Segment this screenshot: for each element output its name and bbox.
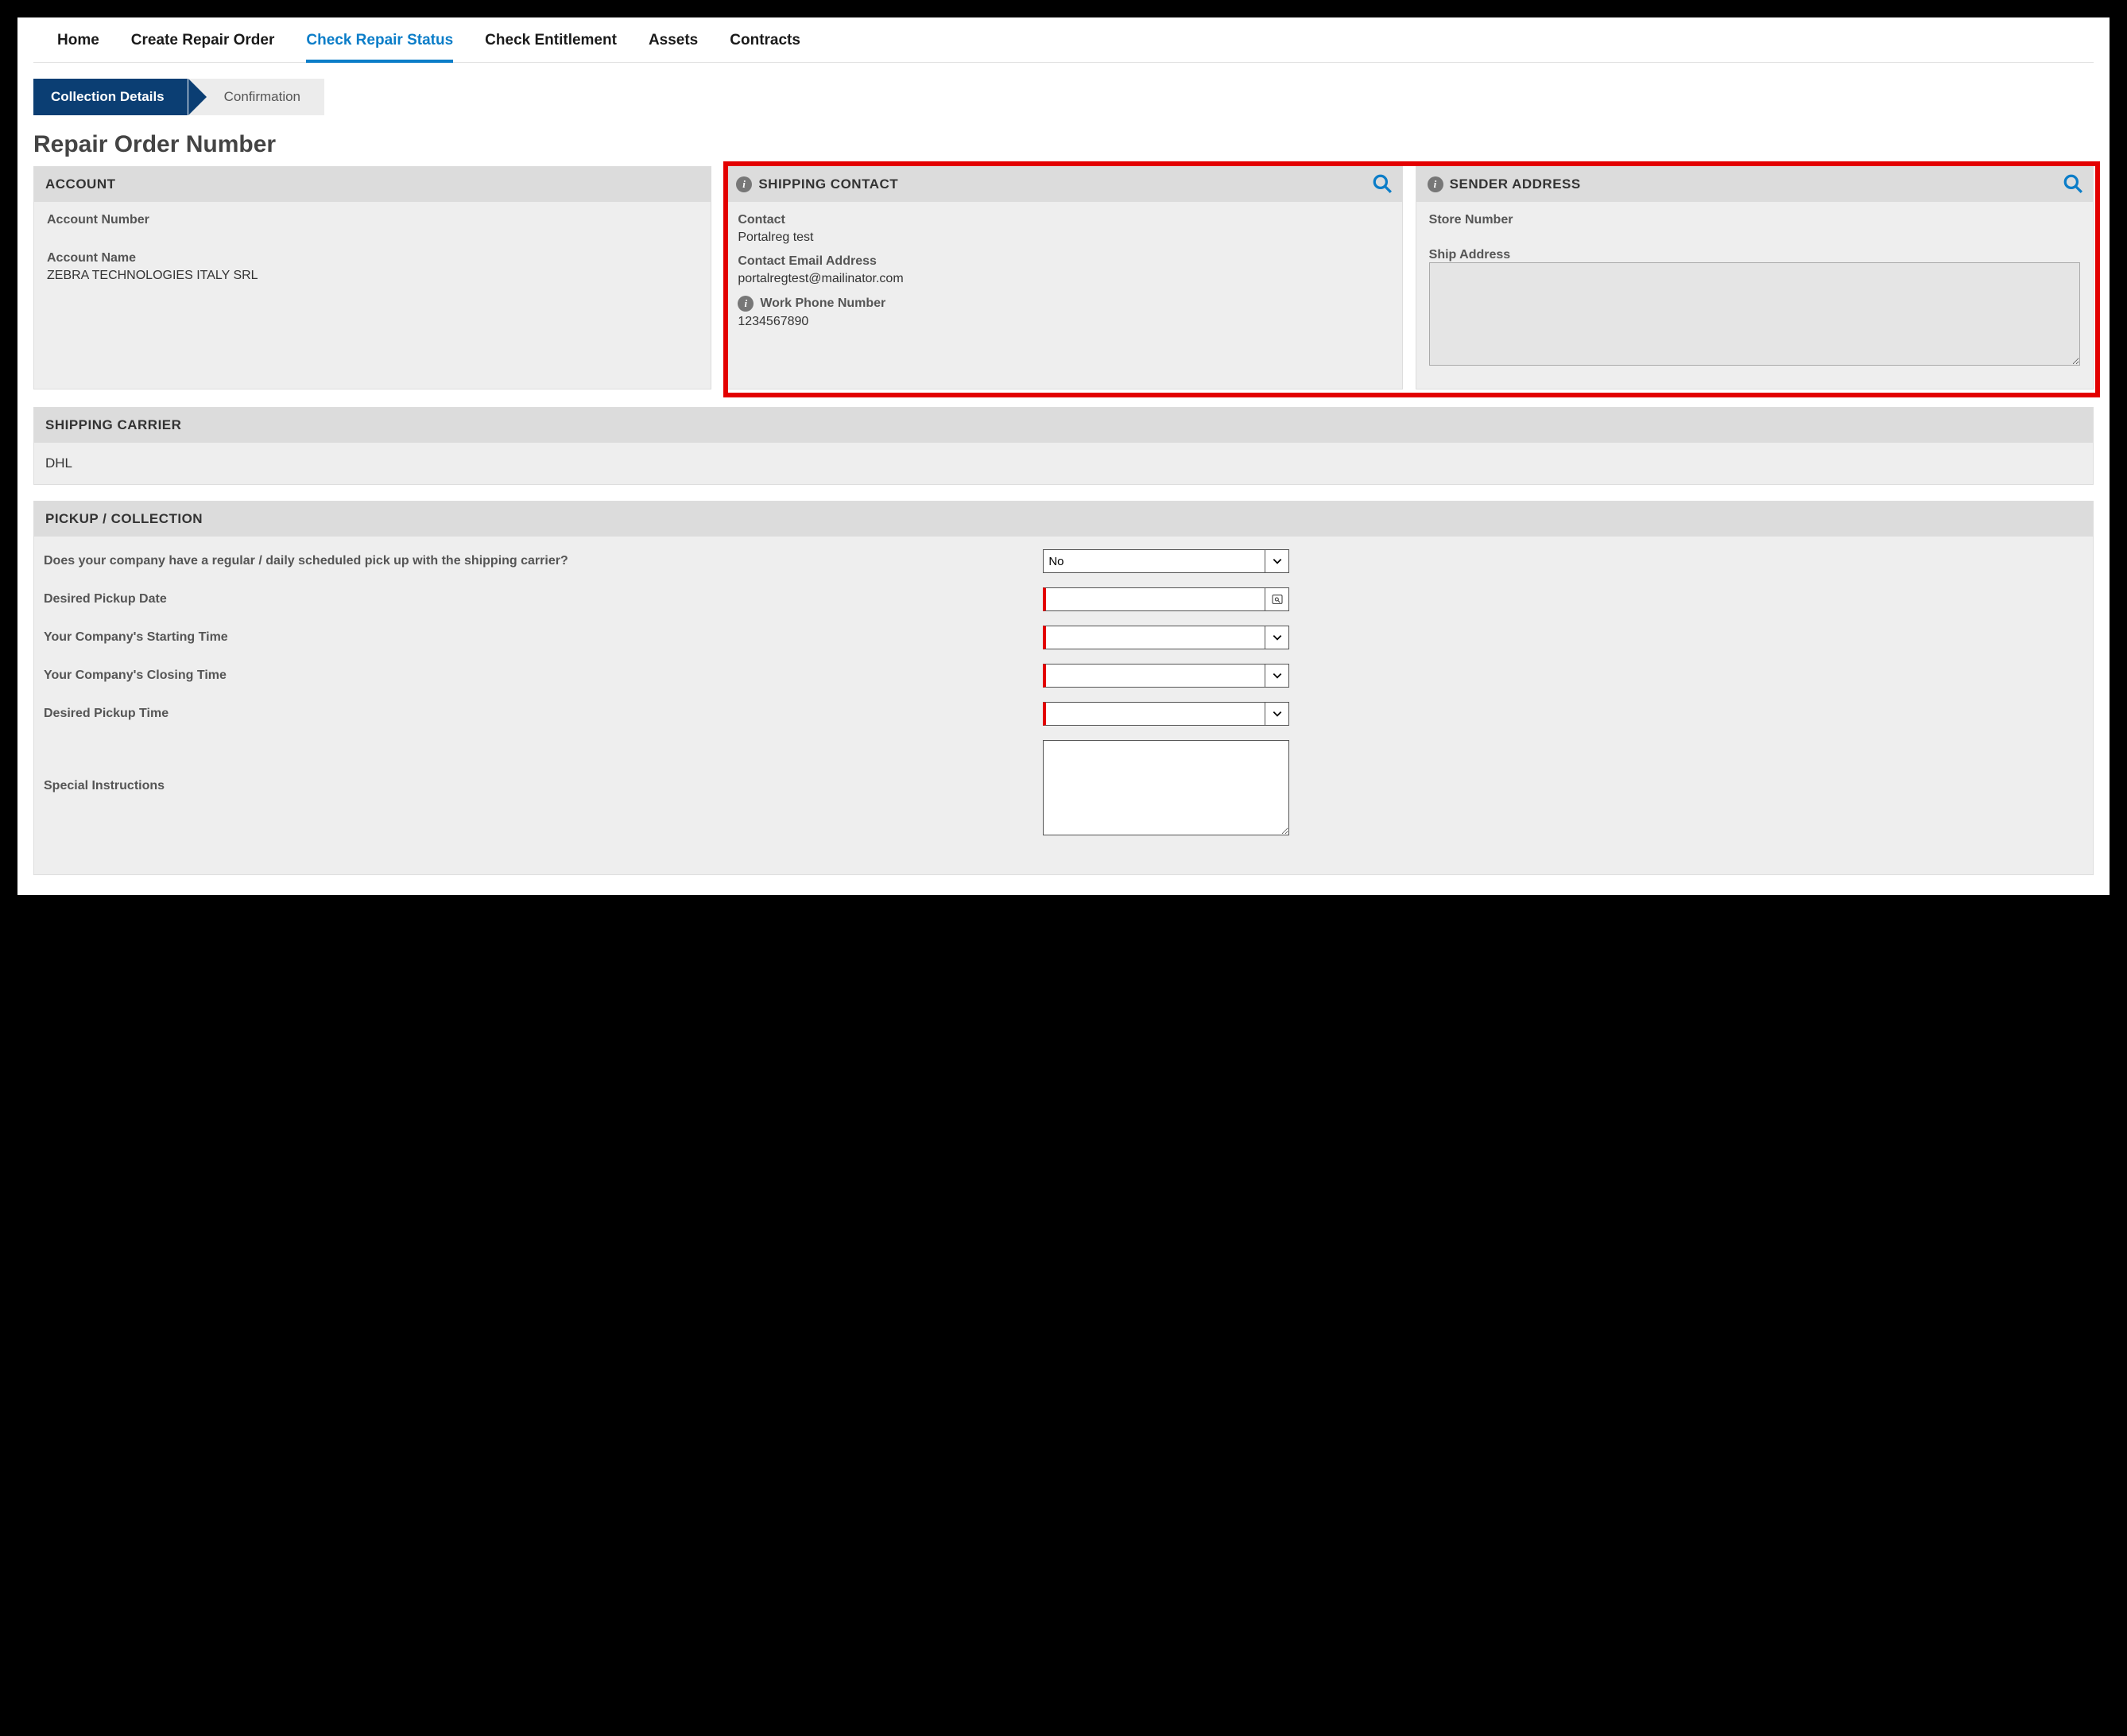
pickup-time-select[interactable] [1043, 702, 1265, 726]
account-heading-text: ACCOUNT [45, 176, 116, 192]
account-number-label: Account Number [47, 213, 698, 227]
sender-address-heading: i SENDER ADDRESS [1416, 167, 2093, 202]
shipping-carrier-value: DHL [34, 443, 2093, 484]
start-time-label: Your Company's Starting Time [44, 630, 1043, 646]
contact-label: Contact [738, 213, 1389, 227]
account-name-value: ZEBRA TECHNOLOGIES ITALY SRL [47, 269, 698, 283]
start-time-select[interactable] [1043, 626, 1265, 649]
chevron-down-icon[interactable] [1265, 549, 1289, 573]
shipping-contact-heading: i SHIPPING CONTACT [725, 167, 1401, 202]
shipping-contact-panel: i SHIPPING CONTACT Contact Portalreg tes… [724, 166, 1402, 389]
info-icon[interactable]: i [1428, 176, 1443, 192]
page-title: Repair Order Number [33, 123, 2094, 166]
nav-assets[interactable]: Assets [649, 25, 698, 56]
nav-contracts[interactable]: Contracts [730, 25, 800, 56]
shipping-carrier-panel: SHIPPING CARRIER DHL [33, 407, 2094, 485]
chevron-down-icon[interactable] [1265, 664, 1289, 688]
pickup-heading: PICKUP / COLLECTION [34, 502, 2093, 537]
contact-email-label: Contact Email Address [738, 254, 1389, 269]
info-icon[interactable]: i [738, 296, 754, 312]
search-icon[interactable] [2063, 173, 2083, 198]
work-phone-label: Work Phone Number [760, 296, 885, 311]
nav-create-repair-order[interactable]: Create Repair Order [131, 25, 275, 56]
account-name-label: Account Name [47, 251, 698, 265]
pickup-date-label: Desired Pickup Date [44, 591, 1043, 608]
top-nav: Home Create Repair Order Check Repair St… [33, 25, 2094, 63]
close-time-label: Your Company's Closing Time [44, 668, 1043, 684]
special-instructions-label: Special Instructions [44, 740, 1043, 795]
work-phone-label-row: i Work Phone Number [738, 296, 1389, 312]
step-confirmation[interactable]: Confirmation [188, 79, 324, 115]
app-frame: Home Create Repair Order Check Repair St… [16, 16, 2111, 897]
shipping-contact-heading-text: SHIPPING CONTACT [758, 176, 898, 192]
ship-address-label: Ship Address [1429, 248, 2080, 262]
top-panels: ACCOUNT Account Number Account Name ZEBR… [33, 166, 2094, 389]
ship-address-textarea[interactable] [1429, 262, 2080, 366]
nav-check-repair-status[interactable]: Check Repair Status [306, 25, 453, 63]
info-icon[interactable]: i [736, 176, 752, 192]
regular-pickup-select[interactable]: No [1043, 549, 1265, 573]
nav-home[interactable]: Home [57, 25, 99, 56]
chevron-down-icon[interactable] [1265, 626, 1289, 649]
pickup-time-label: Desired Pickup Time [44, 706, 1043, 723]
contact-value: Portalreg test [738, 231, 1389, 245]
step-collection-details[interactable]: Collection Details [33, 79, 188, 115]
shipping-carrier-heading: SHIPPING CARRIER [34, 408, 2093, 443]
regular-pickup-label: Does your company have a regular / daily… [44, 553, 1043, 570]
pickup-date-input[interactable] [1043, 587, 1265, 611]
chevron-down-icon[interactable] [1265, 702, 1289, 726]
work-phone-value: 1234567890 [738, 315, 1389, 329]
sender-address-panel: i SENDER ADDRESS Store Number Ship Addre… [1416, 166, 2094, 389]
special-instructions-textarea[interactable] [1043, 740, 1289, 835]
step-wizard: Collection Details Confirmation [33, 79, 2094, 115]
pickup-panel: PICKUP / COLLECTION Does your company ha… [33, 501, 2094, 875]
nav-check-entitlement[interactable]: Check Entitlement [485, 25, 617, 56]
store-number-label: Store Number [1429, 213, 2080, 227]
calendar-lookup-icon[interactable] [1265, 587, 1289, 611]
close-time-select[interactable] [1043, 664, 1265, 688]
account-heading: ACCOUNT [34, 167, 711, 202]
sender-address-heading-text: SENDER ADDRESS [1450, 176, 1581, 192]
account-panel: ACCOUNT Account Number Account Name ZEBR… [33, 166, 711, 389]
contact-email-value: portalregtest@mailinator.com [738, 272, 1389, 286]
search-icon[interactable] [1372, 173, 1393, 198]
